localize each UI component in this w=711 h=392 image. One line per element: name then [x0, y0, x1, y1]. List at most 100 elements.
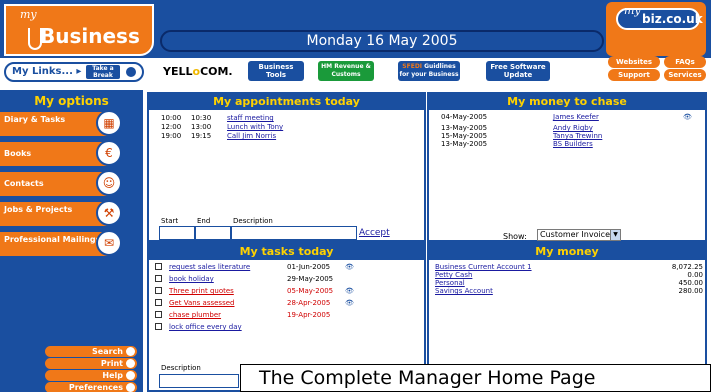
task-checkbox[interactable] [155, 323, 162, 330]
free-software-button[interactable]: Free Software Update [486, 61, 550, 81]
sfedi-label: SFEDI [402, 63, 423, 70]
money-to-chase-panel: My money to chase 04-May-2005 James Keef… [427, 92, 707, 242]
task-row: Get Vans assessed 28-Apr-2005 👁 [149, 298, 425, 308]
chase-customer-link[interactable]: BS Builders [553, 139, 593, 149]
preferences-icon [126, 383, 135, 392]
task-checkbox[interactable] [155, 299, 162, 306]
chase-date: 04-May-2005 [441, 113, 488, 121]
view-icon[interactable]: 👁 [345, 262, 354, 272]
money-to-chase-title: My money to chase [429, 94, 705, 110]
end-time-input[interactable] [195, 226, 231, 240]
mybiz-logo[interactable]: my biz.co.uk [606, 2, 706, 56]
appointments-panel: My appointments today 10:00 10:30 staff … [147, 92, 426, 242]
header-bar: my Business Monday 16 May 2005 my biz.co… [0, 0, 711, 58]
faqs-link[interactable]: FAQs [664, 56, 706, 68]
services-link[interactable]: Services [664, 69, 706, 81]
sfedi-guidelines-button[interactable]: SFEDI Guidlines for your Business [398, 61, 460, 81]
my-links-label: My Links... [12, 66, 73, 77]
sidebar-item-books[interactable]: Books € [0, 140, 132, 166]
sidebar-title: My options [34, 94, 109, 108]
page-caption: The Complete Manager Home Page [240, 364, 711, 392]
show-label: Show: [503, 232, 527, 241]
start-time-input[interactable] [159, 226, 195, 240]
task-link[interactable]: Get Vans assessed [169, 298, 234, 308]
view-icon[interactable]: 👁 [683, 112, 692, 122]
mybusiness-logo[interactable]: my Business [4, 4, 154, 56]
help-icon [126, 371, 135, 380]
chase-customer-link[interactable]: James Keefer [553, 112, 599, 122]
break-icon [124, 65, 138, 79]
mybiz-badge: my biz.co.uk [616, 4, 703, 30]
hm-revenue-button[interactable]: HM Revenue & Customs [318, 61, 374, 81]
appointment-row: 19:00 19:15 Call Jim Norris [149, 131, 409, 141]
show-filter-select[interactable]: Customer Invoices ▼ [537, 229, 621, 241]
appointment-start: 19:00 [161, 132, 182, 140]
support-link[interactable]: Support [608, 69, 660, 81]
task-link[interactable]: book holiday [169, 274, 214, 284]
start-label: Start [161, 217, 179, 225]
task-row: chase plumber 19-Apr-2005 [149, 310, 425, 320]
view-icon[interactable]: 👁 [345, 298, 354, 308]
task-checkbox[interactable] [155, 311, 162, 318]
coin-icon: € [96, 140, 122, 166]
sidebar: My options Diary & Tasks ▦ Books € Conta… [0, 90, 143, 392]
current-date: Monday 16 May 2005 [160, 30, 604, 52]
task-link[interactable]: Three print quotes [169, 286, 234, 296]
yell-text-o: o [192, 65, 201, 78]
print-button[interactable]: Print [45, 358, 137, 369]
task-row: lock office every day [149, 322, 425, 332]
logo-my-text: my [20, 8, 37, 21]
end-label: End [197, 217, 211, 225]
search-icon [126, 347, 135, 356]
my-money-title: My money [429, 244, 705, 260]
search-label: Search [92, 347, 123, 356]
my-links-button[interactable]: My Links... ▸ Take a Break [4, 62, 144, 82]
yell-text-a: YELL [163, 65, 193, 78]
print-label: Print [100, 359, 123, 368]
view-icon[interactable]: 👁 [345, 286, 354, 296]
envelope-icon: ✉ [96, 230, 122, 256]
appointments-title: My appointments today [149, 94, 424, 110]
preferences-button[interactable]: Preferences [45, 382, 137, 392]
sidebar-item-contacts[interactable]: Contacts ☺ [0, 170, 132, 196]
task-date: 28-Apr-2005 [287, 299, 331, 307]
sidebar-item-jobs[interactable]: Jobs & Projects ⚒ [0, 200, 132, 226]
take-a-break-button[interactable]: Take a Break [86, 65, 120, 79]
show-filter-value: Customer Invoices [540, 230, 615, 239]
task-checkbox[interactable] [155, 275, 162, 282]
appointment-link[interactable]: Call Jim Norris [227, 131, 276, 141]
help-button[interactable]: Help [45, 370, 137, 381]
chase-date: 13-May-2005 [441, 140, 488, 148]
task-link[interactable]: chase plumber [169, 310, 221, 320]
task-row: request sales literature 01-Jun-2005 👁 [149, 262, 425, 272]
task-row: book holiday 29-May-2005 [149, 274, 425, 284]
links-toolbar: My Links... ▸ Take a Break YELLoCOM. Bus… [0, 58, 711, 84]
description-label: Description [233, 217, 273, 225]
account-row: Savings Account 280.00 [429, 286, 705, 296]
account-balance: 280.00 [678, 287, 704, 295]
task-date: 19-Apr-2005 [287, 311, 331, 319]
accept-appointment-link[interactable]: Accept [359, 228, 390, 238]
tasks-title: My tasks today [149, 244, 424, 260]
task-row: Three print quotes 05-May-2005 👁 [149, 286, 425, 296]
appointment-end: 19:15 [191, 132, 212, 140]
business-tools-button[interactable]: Business Tools [248, 61, 304, 81]
task-date: 01-Jun-2005 [287, 263, 331, 271]
task-link[interactable]: request sales literature [169, 262, 250, 272]
chase-row: 04-May-2005 James Keefer 👁 [429, 112, 705, 122]
worker-icon: ⚒ [96, 200, 122, 226]
search-button[interactable]: Search [45, 346, 137, 357]
appointment-description-input[interactable] [231, 226, 357, 240]
task-checkbox[interactable] [155, 287, 162, 294]
websites-link[interactable]: Websites [608, 56, 660, 68]
sidebar-item-diary[interactable]: Diary & Tasks ▦ [0, 110, 132, 136]
task-link[interactable]: lock office every day [169, 322, 242, 332]
account-link[interactable]: Savings Account [435, 286, 493, 296]
task-description-input[interactable] [159, 374, 239, 388]
yell-link[interactable]: YELLoCOM. [163, 65, 233, 78]
mybiz-domain-text: biz.co.uk [642, 12, 703, 26]
help-label: Help [102, 371, 123, 380]
preferences-label: Preferences [68, 383, 123, 392]
sidebar-item-mailings[interactable]: Professional Mailings ✉ [0, 230, 132, 256]
task-checkbox[interactable] [155, 263, 162, 270]
